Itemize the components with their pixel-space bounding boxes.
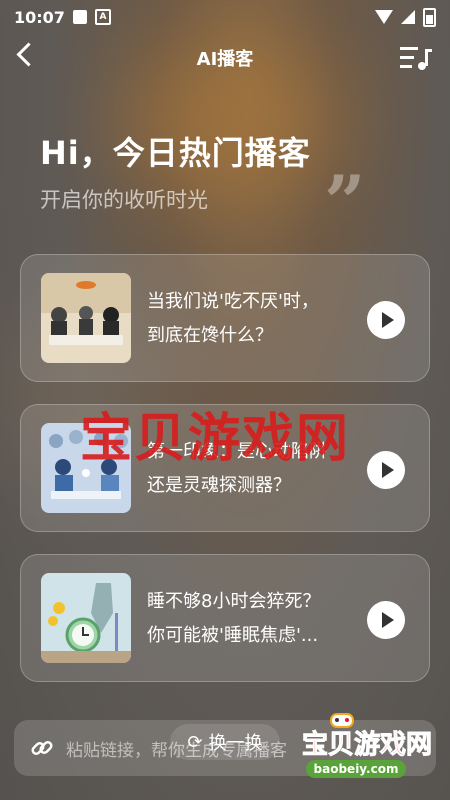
hero-title: Hi，今日热门播客 — [40, 134, 311, 172]
quote-mark-icon: ” — [324, 159, 366, 244]
top-bar: AI播客 — [0, 40, 450, 76]
podcast-thumbnail-alarm-clock — [41, 573, 131, 663]
play-button[interactable] — [367, 451, 405, 489]
podcast-thumbnail-dining — [41, 273, 131, 363]
podcast-title-line-2: 还是灵魂探测器？ — [147, 475, 291, 496]
podcast-title-line-2: 到底在馋什么？ — [147, 325, 273, 346]
battery-icon — [423, 7, 436, 27]
site-logo: 宝贝游戏网 baobeiy.com — [276, 713, 436, 784]
wifi-icon — [375, 10, 393, 24]
podcast-card-1[interactable]: 当我们说'吃不厌'时， 到底在馋什么？ — [20, 254, 430, 382]
refresh-label: 换一换 — [208, 733, 263, 754]
hero-subtitle: 开启你的收听时光 — [40, 188, 208, 212]
page-title: AI播客 — [196, 49, 254, 70]
refresh-button[interactable]: ⟳ 换一换 — [170, 724, 280, 760]
play-button[interactable] — [367, 301, 405, 339]
notification-icon — [72, 10, 87, 24]
playlist-icon[interactable] — [400, 45, 432, 71]
watermark-text: 宝贝游戏网 — [80, 409, 351, 469]
podcast-title-line-2: 你可能被'睡眠焦虑'... — [147, 625, 319, 646]
podcast-title: 当我们说'吃不厌'时， 到底在馋什么？ — [147, 285, 347, 353]
link-icon — [31, 740, 53, 756]
logo-text: 宝贝游戏网 — [301, 730, 433, 761]
signal-icon — [401, 10, 415, 24]
podcast-title-line-1: 当我们说'吃不厌'时， — [147, 291, 319, 312]
app-notification-icon: A — [94, 9, 111, 25]
play-button[interactable] — [367, 601, 405, 639]
refresh-icon: ⟳ — [187, 731, 203, 753]
status-bar: 10:07 A — [0, 0, 450, 34]
podcast-title-line-1: 睡不够8小时会猝死？ — [147, 591, 321, 612]
back-arrow-icon[interactable] — [16, 42, 41, 67]
status-time: 10:07 — [14, 7, 65, 27]
logo-url: baobeiy.com — [306, 760, 406, 778]
podcast-card-3[interactable]: 睡不够8小时会猝死？ 你可能被'睡眠焦虑'... — [20, 554, 430, 682]
podcast-title: 睡不够8小时会猝死？ 你可能被'睡眠焦虑'... — [147, 585, 347, 653]
